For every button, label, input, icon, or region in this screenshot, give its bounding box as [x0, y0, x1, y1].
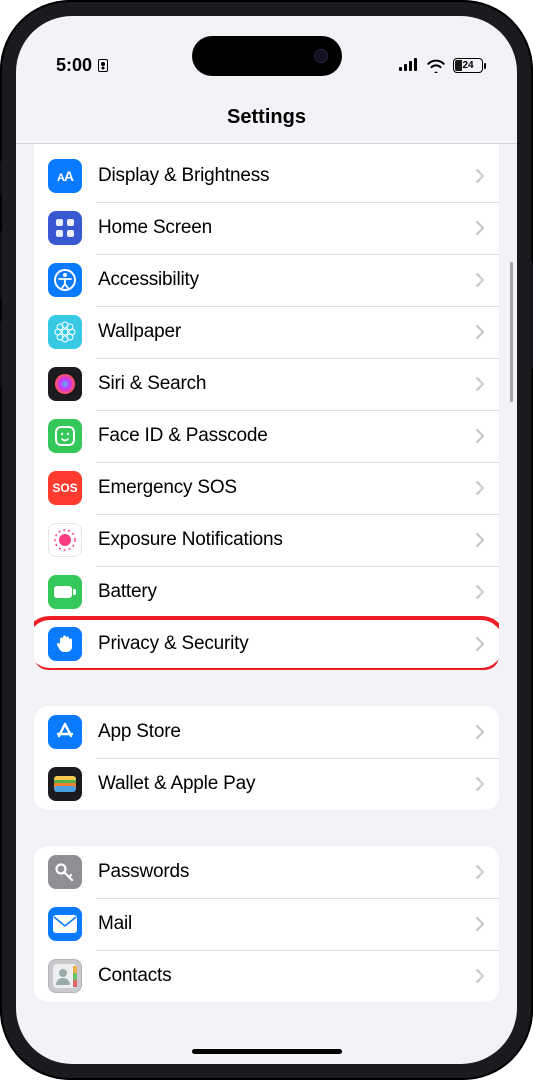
battery-indicator: 24	[453, 58, 483, 73]
settings-row-label: Battery	[98, 581, 475, 603]
wallet-icon	[48, 767, 82, 801]
settings-row-label: Display & Brightness	[98, 165, 475, 187]
wifi-icon	[426, 58, 446, 73]
settings-row-label: Exposure Notifications	[98, 529, 475, 551]
chevron-right-icon	[475, 480, 485, 496]
settings-row-privacy[interactable]: Privacy & Security	[34, 618, 499, 670]
volume-up-button	[0, 230, 2, 300]
chevron-right-icon	[475, 532, 485, 548]
settings-row-faceid[interactable]: Face ID & Passcode	[34, 410, 499, 462]
sos-icon: SOS	[48, 471, 82, 505]
side-switch	[0, 160, 2, 196]
settings-group-general: AA Display & Brightness Home Screen Accessi…	[34, 144, 499, 670]
status-left: 5:00	[56, 55, 108, 76]
settings-row-label: Face ID & Passcode	[98, 425, 475, 447]
settings-row-battery[interactable]: Battery	[34, 566, 499, 618]
scrollbar[interactable]	[510, 262, 514, 402]
settings-row-label: Home Screen	[98, 217, 475, 239]
mail-icon	[48, 907, 82, 941]
phone-frame: 5:00 24	[0, 0, 533, 1080]
chevron-right-icon	[475, 724, 485, 740]
dynamic-island	[192, 36, 342, 76]
chevron-right-icon	[475, 584, 485, 600]
chevron-right-icon	[475, 428, 485, 444]
settings-row-passwords[interactable]: Passwords	[34, 846, 499, 898]
battery-pct: 24	[462, 60, 473, 71]
settings-row-label: Contacts	[98, 965, 475, 987]
chevron-right-icon	[475, 636, 485, 652]
status-right: 24	[399, 58, 483, 73]
settings-row-label: Siri & Search	[98, 373, 475, 395]
privacy-icon	[48, 627, 82, 661]
settings-row-label: Wallpaper	[98, 321, 475, 343]
accessibility-icon	[48, 263, 82, 297]
exposure-icon	[48, 523, 82, 557]
volume-down-button	[0, 320, 2, 390]
settings-row-label: Emergency SOS	[98, 477, 475, 499]
battery-icon	[48, 575, 82, 609]
display-icon: AA	[48, 159, 82, 193]
appstore-icon	[48, 715, 82, 749]
chevron-right-icon	[475, 864, 485, 880]
settings-row-display[interactable]: AA Display & Brightness	[34, 150, 499, 202]
page-title: Settings	[16, 96, 517, 144]
settings-row-label: App Store	[98, 721, 475, 743]
front-camera	[314, 49, 328, 63]
settings-row-wallet[interactable]: Wallet & Apple Pay	[34, 758, 499, 810]
settings-row-home[interactable]: Home Screen	[34, 202, 499, 254]
status-time: 5:00	[56, 55, 92, 76]
id-card-icon	[98, 59, 108, 72]
settings-group-apps: Passwords Mail Contacts	[34, 846, 499, 1002]
settings-scroll[interactable]: AA Display & Brightness Home Screen Accessi…	[16, 144, 517, 1064]
home-icon	[48, 211, 82, 245]
chevron-right-icon	[475, 776, 485, 792]
home-indicator[interactable]	[192, 1049, 342, 1055]
settings-row-label: Passwords	[98, 861, 475, 883]
contacts-icon	[48, 959, 82, 993]
chevron-right-icon	[475, 168, 485, 184]
settings-row-contacts[interactable]: Contacts	[34, 950, 499, 1002]
settings-row-accessibility[interactable]: Accessibility	[34, 254, 499, 306]
faceid-icon	[48, 419, 82, 453]
settings-row-mail[interactable]: Mail	[34, 898, 499, 950]
settings-row-label: Privacy & Security	[98, 633, 475, 655]
settings-row-label: Accessibility	[98, 269, 475, 291]
wallpaper-icon	[48, 315, 82, 349]
settings-row-sos[interactable]: SOS Emergency SOS	[34, 462, 499, 514]
chevron-right-icon	[475, 916, 485, 932]
settings-row-exposure[interactable]: Exposure Notifications	[34, 514, 499, 566]
chevron-right-icon	[475, 324, 485, 340]
settings-row-label: Wallet & Apple Pay	[98, 773, 475, 795]
settings-row-appstore[interactable]: App Store	[34, 706, 499, 758]
chevron-right-icon	[475, 376, 485, 392]
chevron-right-icon	[475, 220, 485, 236]
chevron-right-icon	[475, 272, 485, 288]
settings-row-wallpaper[interactable]: Wallpaper	[34, 306, 499, 358]
chevron-right-icon	[475, 968, 485, 984]
passwords-icon	[48, 855, 82, 889]
cellular-signal-icon	[399, 58, 419, 72]
siri-icon	[48, 367, 82, 401]
settings-group-store: App Store Wallet & Apple Pay	[34, 706, 499, 810]
settings-row-label: Mail	[98, 913, 475, 935]
settings-row-siri[interactable]: Siri & Search	[34, 358, 499, 410]
screen: 5:00 24	[16, 16, 517, 1064]
